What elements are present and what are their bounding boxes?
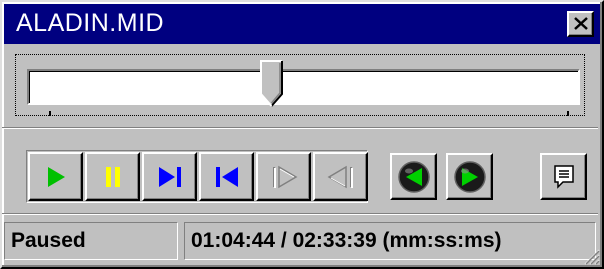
rewind-sphere-button[interactable] <box>390 153 437 200</box>
forward-globe-icon <box>453 160 486 193</box>
rewind-globe-icon <box>397 160 430 193</box>
step-back-button[interactable] <box>313 152 368 201</box>
step-forward-button[interactable] <box>256 152 311 201</box>
step-back-icon <box>327 165 353 188</box>
seek-slider-thumb[interactable] <box>260 60 284 108</box>
status-time-pane: 01:04:44 / 02:33:39 (mm:ss:ms) <box>184 222 596 260</box>
seek-tick-start <box>49 111 51 116</box>
close-button[interactable] <box>567 11 594 37</box>
playback-time-text: 01:04:44 / 02:33:39 (mm:ss:ms) <box>191 229 502 252</box>
title-bar[interactable]: ALADIN.MID <box>4 4 600 44</box>
seek-tick-end <box>567 111 569 116</box>
seek-bar-track[interactable] <box>27 69 580 105</box>
window-title: ALADIN.MID <box>16 9 165 37</box>
skip-previous-icon <box>215 166 238 187</box>
play-icon <box>47 166 65 187</box>
divider <box>2 127 598 129</box>
next-track-button[interactable] <box>142 152 197 201</box>
info-button[interactable] <box>540 153 587 200</box>
step-forward-icon <box>272 165 297 188</box>
skip-next-icon <box>158 166 181 187</box>
pause-icon <box>105 166 120 187</box>
divider <box>2 213 598 215</box>
playback-state-text: Paused <box>11 229 86 252</box>
pause-button[interactable] <box>85 152 140 201</box>
resize-grip-icon[interactable] <box>582 247 600 265</box>
previous-track-button[interactable] <box>199 152 254 201</box>
forward-sphere-button[interactable] <box>446 153 493 200</box>
status-state-pane: Paused <box>4 222 178 260</box>
close-icon <box>574 17 588 30</box>
speech-bubble-icon <box>553 164 574 189</box>
play-button[interactable] <box>28 152 83 201</box>
